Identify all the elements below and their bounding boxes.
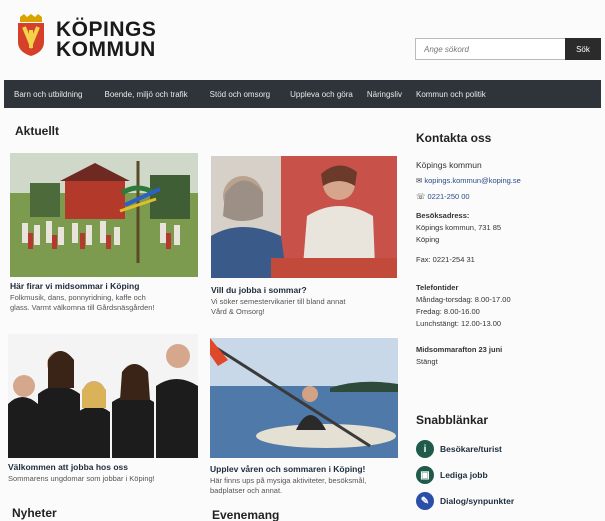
- nav-item-boende-miljo-trafik[interactable]: Boende, miljö och trafik: [105, 90, 210, 99]
- contact-heading: Kontakta oss: [416, 131, 492, 145]
- kopings-crest-logo[interactable]: [16, 14, 46, 56]
- news-card-text-line: Vård & Omsorg!: [211, 307, 265, 316]
- news-card-text-line: badplatser och annat.: [210, 486, 283, 495]
- contact-phone-link[interactable]: 0221-250 00: [427, 192, 469, 201]
- upplev-kayak-photo: [210, 338, 398, 458]
- briefcase-icon: ▣: [416, 466, 434, 484]
- phone-icon: ☏: [416, 192, 426, 201]
- quick-link-besokare[interactable]: i Besökare/turist: [416, 440, 502, 458]
- search-input[interactable]: [415, 38, 565, 60]
- jobba-hos-oss-photo: [8, 334, 198, 458]
- sommarjobb-photo: [211, 156, 397, 278]
- contact-email-row: ✉ kopings.kommun@koping.se: [416, 176, 521, 185]
- envelope-icon: ✉: [416, 176, 423, 185]
- contact-hours-line2: Fredag: 8.00-16.00: [416, 307, 480, 316]
- contact-note-line1: Midsommarafton 23 juni: [416, 345, 503, 354]
- info-icon: i: [416, 440, 434, 458]
- news-heading: Aktuellt: [15, 124, 60, 138]
- nyheter-heading: Nyheter: [12, 506, 57, 520]
- nav-item-uppleva-gora[interactable]: Uppleva och göra: [290, 90, 367, 99]
- midsommar-photo: [10, 153, 198, 277]
- evenemang-heading: Evenemang: [212, 508, 280, 521]
- quick-links-heading: Snabblänkar: [416, 413, 489, 427]
- nav-item-barn-utbildning[interactable]: Barn och utbildning: [14, 90, 105, 99]
- upplev-image[interactable]: [210, 338, 398, 458]
- news-card-text-line: Folkmusik, dans, ponnyridning, kaffe och: [10, 293, 146, 302]
- contact-email-link[interactable]: kopings.kommun@koping.se: [424, 176, 520, 185]
- news-card-text-line: Här finns ups på mysiga aktiviteter, bes…: [210, 476, 367, 485]
- sommarjobb-image[interactable]: [211, 156, 397, 278]
- quick-link-label: Besökare/turist: [440, 444, 502, 454]
- speech-icon: ✎: [416, 492, 434, 510]
- contact-note-line2: Stängt: [416, 357, 438, 366]
- quick-link-lediga-jobb[interactable]: ▣ Lediga jobb: [416, 466, 488, 484]
- nav-item-naringsliv[interactable]: Näringsliv: [367, 90, 416, 99]
- jobba-hos-oss-image[interactable]: [8, 334, 198, 458]
- midsommar-image[interactable]: [10, 153, 198, 277]
- contact-hours-line3: Lunchstängt: 12.00-13.00: [416, 319, 502, 328]
- news-card-text-line: Sommarens ungdomar som jobbar i Köping!: [8, 474, 155, 483]
- site-header: KÖPINGS KOMMUN Sök: [0, 0, 605, 78]
- news-card-text-jobba-hos-oss: Sommarens ungdomar som jobbar i Köping!: [8, 474, 155, 484]
- site-name-line1: KÖPINGS: [56, 18, 157, 41]
- news-card-title-midsommar[interactable]: Här firar vi midsommar i Köping: [10, 281, 139, 291]
- contact-address-line2: Köping: [416, 235, 440, 244]
- contact-phone-row: ☏ 0221-250 00: [416, 192, 470, 201]
- news-card-text-upplev: Här finns ups på mysiga aktiviteter, bes…: [210, 476, 366, 496]
- contact-hours-label: Telefontider: [416, 283, 459, 292]
- news-card-title-jobba-hos-oss[interactable]: Välkommen att jobba hos oss: [8, 462, 128, 472]
- news-card-text-midsommar: Folkmusik, dans, ponnyridning, kaffe och…: [10, 293, 155, 313]
- quick-link-dialog[interactable]: ✎ Dialog/synpunkter: [416, 492, 514, 510]
- contact-org: Köpings kommun: [416, 160, 482, 170]
- contact-fax: Fax: 0221-254 31: [416, 255, 475, 264]
- news-card-text-sommarjobb: Vi söker semestervikarier till bland ann…: [211, 297, 346, 317]
- news-card-title-upplev[interactable]: Upplev våren och sommaren i Köping!: [210, 464, 365, 474]
- news-card-title-sommarjobb[interactable]: Vill du jobba i sommar?: [211, 285, 307, 295]
- site-logo-text[interactable]: KÖPINGS KOMMUN: [56, 18, 157, 61]
- contact-address-line1: Köpings kommun, 731 85: [416, 223, 502, 232]
- news-card-text-line: Vi söker semestervikarier till bland ann…: [211, 297, 346, 306]
- site-name-line2: KOMMUN: [56, 38, 156, 61]
- quick-link-label: Dialog/synpunkter: [440, 496, 515, 506]
- contact-hours-line1: Måndag-torsdag: 8.00-17.00: [416, 295, 511, 304]
- search-button[interactable]: Sök: [565, 38, 601, 60]
- contact-address-label: Besöksadress:: [416, 211, 470, 220]
- quick-link-label: Lediga jobb: [440, 470, 488, 480]
- nav-item-kommun-politik[interactable]: Kommun och politik: [416, 90, 496, 99]
- main-nav: Barn och utbildning Boende, miljö och tr…: [4, 80, 601, 108]
- nav-item-stod-omsorg[interactable]: Stöd och omsorg: [210, 90, 290, 99]
- news-card-text-line: glass. Varmt välkomna till Gårdsnäsgårde…: [10, 303, 155, 312]
